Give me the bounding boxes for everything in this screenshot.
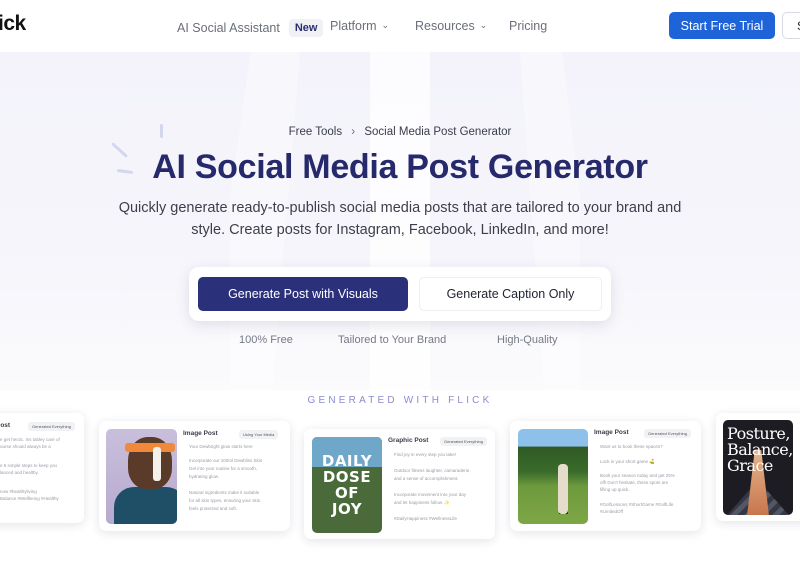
post-text-line: Outdoor fitness laughter, camaraderie, [394, 468, 471, 473]
post-image-daily-dose-of-joy: DAILY DOSE OF JOY [312, 437, 382, 533]
post-text-line: #LimitedOff [600, 509, 623, 514]
nav-item-pricing[interactable]: Pricing [509, 19, 547, 33]
post-text-line: and a sense of accomplishment. [394, 476, 459, 481]
example-post-card[interactable]: Image Post Using Your Media Your Dewbrig… [99, 421, 290, 531]
post-image-text: DAILY DOSE OF JOY [312, 453, 382, 517]
image-text-line: DAILY [321, 452, 373, 470]
post-text-line: Incorporate movement into your day [394, 492, 467, 497]
post-image-golf [518, 429, 588, 524]
post-text-line: Find joy in every step you take! [394, 452, 457, 457]
page: ick AI Social Assistant New Platform ⌄ R… [0, 0, 800, 576]
image-text-line: Grace [727, 456, 773, 475]
feature-quality: High-Quality [497, 334, 558, 346]
example-post-card[interactable]: Post Generated Everything e get hectic. … [0, 413, 84, 523]
generate-post-with-visuals-button[interactable]: Generate Post with Visuals [198, 277, 408, 311]
post-text-line: and let happiness follow. ✨ [394, 500, 450, 505]
image-text-line: DOSE [322, 468, 372, 486]
feature-tailored: Tailored to Your Brand [338, 334, 447, 346]
hero-subtitle: Quickly generate ready-to-publish social… [118, 200, 682, 238]
image-text-line: JOY [331, 500, 363, 518]
post-type-label: Post [0, 422, 11, 429]
image-shape [114, 487, 177, 524]
post-type-label: Graphic Post [388, 437, 429, 444]
post-text-line: hydrating glow. [189, 474, 220, 479]
chevron-down-icon: ⌄ [381, 19, 390, 30]
post-badge: Using Your Media [239, 430, 279, 439]
post-type-label: Image Post [594, 429, 629, 436]
page-title: AI Social Media Post Generator [152, 148, 648, 186]
chevron-right-icon: › [351, 126, 356, 138]
generate-options-panel: Generate Post with Visuals Generate Capt… [189, 267, 611, 321]
start-free-trial-button[interactable]: Start Free Trial [669, 12, 775, 39]
post-text-line: ourse should always be a [0, 444, 51, 449]
example-post-card[interactable]: DAILY DOSE OF JOY Graphic Post Generated… [304, 429, 495, 539]
new-badge: New [288, 19, 324, 37]
post-text-line: off! Don't hesitate, these spots are [600, 480, 669, 485]
image-shape [153, 447, 161, 481]
image-shape [125, 443, 175, 452]
breadcrumb: Free Tools › Social Media Post Generator [0, 126, 800, 138]
post-image-posture-balance-grace: Posture, Balance, Grace [723, 420, 793, 515]
post-badge: Generated Everything [28, 422, 75, 431]
post-text-line: Lock in your short game ⛳ [600, 459, 655, 464]
image-shape [558, 464, 568, 514]
flick-logo[interactable]: ick [0, 12, 26, 36]
nav-item-resources[interactable]: Resources ⌄ [415, 19, 487, 33]
feature-free: 100% Free [239, 334, 293, 346]
post-text-line: Want us to book these spaces? [600, 444, 663, 449]
nav-item-label: Resources [415, 19, 475, 33]
post-image-text: Posture, Balance, Grace [727, 426, 793, 474]
post-text-line: e get hectic. Ins tabley care of [0, 437, 60, 442]
example-post-card[interactable]: Image Post Generated Everything Want us … [510, 421, 701, 531]
post-text-line: for all skin types, ensuring your skin [189, 498, 261, 503]
post-text-line: Gel into your routine for a smooth, [189, 466, 258, 471]
example-post-card[interactable]: Posture, Balance, Grace [716, 413, 800, 521]
post-badge: Generated Everything [644, 429, 691, 438]
post-text-line: feels protected and soft. [189, 506, 238, 511]
post-text-line: Book your season today and get 25% [600, 473, 675, 478]
image-text-line: OF [335, 484, 359, 502]
nav-item-platform[interactable]: Platform ⌄ [330, 19, 389, 33]
breadcrumb-current: Social Media Post Generator [364, 126, 512, 138]
secondary-nav-button[interactable]: S [782, 12, 800, 39]
post-text-line: Balance #Wellbeing #Healthy [0, 496, 59, 501]
post-text-line: now #healthyliving [0, 489, 37, 494]
post-badge: Generated Everything [440, 437, 487, 446]
nav-item-label: AI Social Assistant [177, 21, 280, 35]
nav-item-label: Pricing [509, 19, 548, 33]
post-text-line: Incorporate our 100ml Dewbliss Skin [189, 458, 263, 463]
post-text-line: #GolfLessons #ShortGame #GolfLife [600, 502, 674, 507]
post-type-label: Image Post [183, 430, 218, 437]
post-text-line: #DailyHappiness #WellnessLife [394, 516, 457, 521]
post-text-line: filling up quick. [600, 487, 630, 492]
showcase-label: GENERATED WITH FLICK [307, 395, 493, 406]
post-image-skincare [106, 429, 177, 524]
post-text-line: Your Dewbright glow starts here [189, 444, 253, 449]
nav-item-ai-social-assistant[interactable]: AI Social Assistant New [177, 19, 324, 37]
chevron-down-icon: ⌄ [479, 19, 488, 30]
post-text-line: e 5 simple steps to keep you [0, 463, 58, 468]
top-navigation: ick AI Social Assistant New Platform ⌄ R… [0, 0, 800, 52]
breadcrumb-link-free-tools[interactable]: Free Tools [289, 126, 342, 138]
generate-caption-only-button[interactable]: Generate Caption Only [419, 277, 602, 311]
nav-item-label: Platform [330, 19, 377, 33]
post-text-line: Natural ingredients make it suitable [189, 490, 260, 495]
post-text-line: lanced and healthy. [0, 470, 39, 475]
